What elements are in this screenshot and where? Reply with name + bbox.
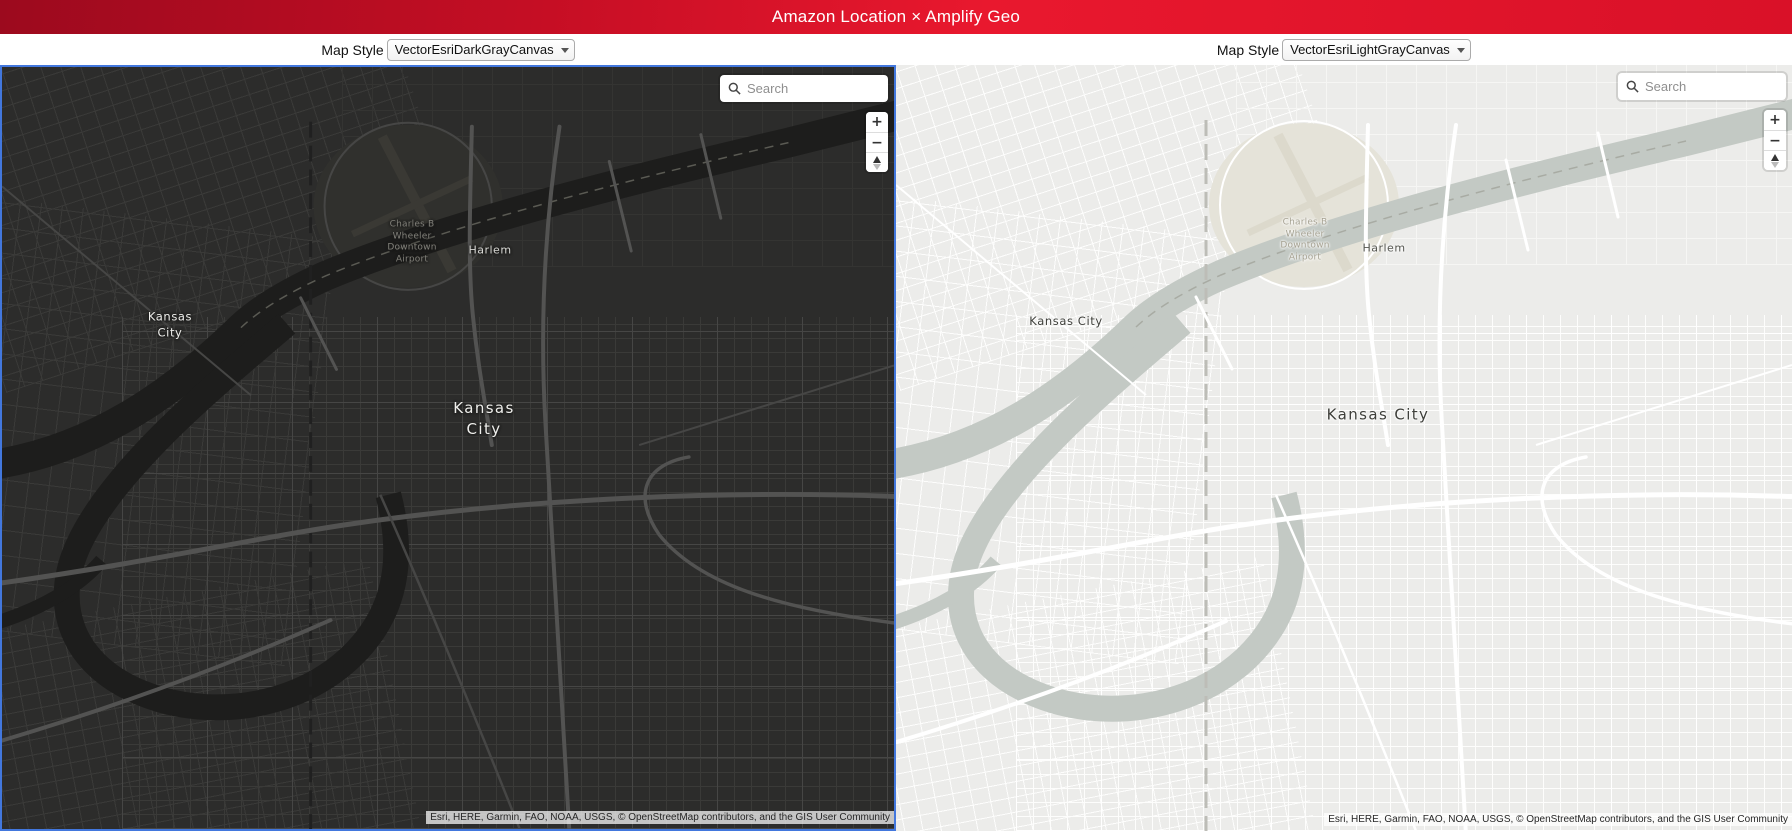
map-label-neighborhood: Harlem xyxy=(1362,241,1406,255)
map-style-select-left[interactable]: VectorEsriDarkGrayCanvas xyxy=(386,38,575,61)
map-artwork xyxy=(896,65,1792,831)
compass-needle-icon xyxy=(1771,153,1779,161)
search-box xyxy=(720,75,888,102)
map-style-label-left: Map Style xyxy=(321,41,384,58)
zoom-in-button[interactable]: + xyxy=(866,112,888,132)
compass-needle-icon xyxy=(873,155,881,163)
compass-needle-icon xyxy=(1771,161,1779,168)
search-box xyxy=(1618,73,1786,100)
map-label-city-downtown: Kansas City xyxy=(1326,405,1430,424)
zoom-in-button[interactable]: + xyxy=(1764,110,1786,130)
compass-needle-icon xyxy=(873,163,881,170)
compass-button[interactable] xyxy=(866,152,888,172)
app-header: Amazon Location × Amplify Geo xyxy=(0,0,1792,34)
map-label-airport: Charles B Wheeler Downtown Airport xyxy=(387,219,437,265)
zoom-out-button[interactable]: − xyxy=(1764,130,1786,150)
map-label-airport: Charles B Wheeler Downtown Airport xyxy=(1280,217,1330,263)
search-icon xyxy=(1626,80,1639,93)
search-input[interactable] xyxy=(1645,79,1778,94)
compass-button[interactable] xyxy=(1764,150,1786,170)
map-label-city-west: Kansas City xyxy=(1029,314,1103,329)
style-group-left: Map Style VectorEsriDarkGrayCanvas xyxy=(0,34,896,65)
style-group-right: Map Style VectorEsriLightGrayCanvas xyxy=(896,34,1792,65)
map-style-label-right: Map Style xyxy=(1216,41,1280,58)
search-input[interactable] xyxy=(747,81,880,96)
map-attribution: Esri, HERE, Garmin, FAO, NOAA, USGS, © O… xyxy=(426,811,894,824)
map-attribution: Esri, HERE, Garmin, FAO, NOAA, USGS, © O… xyxy=(1324,813,1792,826)
style-bar: Map Style VectorEsriDarkGrayCanvas Map S… xyxy=(0,34,1792,65)
zoom-controls: + − xyxy=(1764,110,1786,170)
map-style-select-right[interactable]: VectorEsriLightGrayCanvas xyxy=(1282,38,1472,61)
map-label-city-downtown: Kansas City xyxy=(453,399,515,438)
map-label-city-west: Kansas City xyxy=(147,309,193,339)
map-canvas-light[interactable]: Kansas City Kansas City Charles B Wheele… xyxy=(896,65,1792,831)
map-canvas-dark[interactable]: Kansas City Kansas City Charles B Wheele… xyxy=(0,65,896,831)
search-icon xyxy=(728,82,741,95)
maps-row: Kansas City Kansas City Charles B Wheele… xyxy=(0,65,1792,831)
page-title: Amazon Location × Amplify Geo xyxy=(771,7,1021,26)
zoom-controls: + − xyxy=(866,112,888,172)
map-style-select-wrap-right: VectorEsriLightGrayCanvas xyxy=(1282,38,1472,61)
map-artwork xyxy=(2,67,894,829)
zoom-out-button[interactable]: − xyxy=(866,132,888,152)
map-label-neighborhood: Harlem xyxy=(468,243,512,257)
map-style-select-wrap-left: VectorEsriDarkGrayCanvas xyxy=(386,38,575,61)
